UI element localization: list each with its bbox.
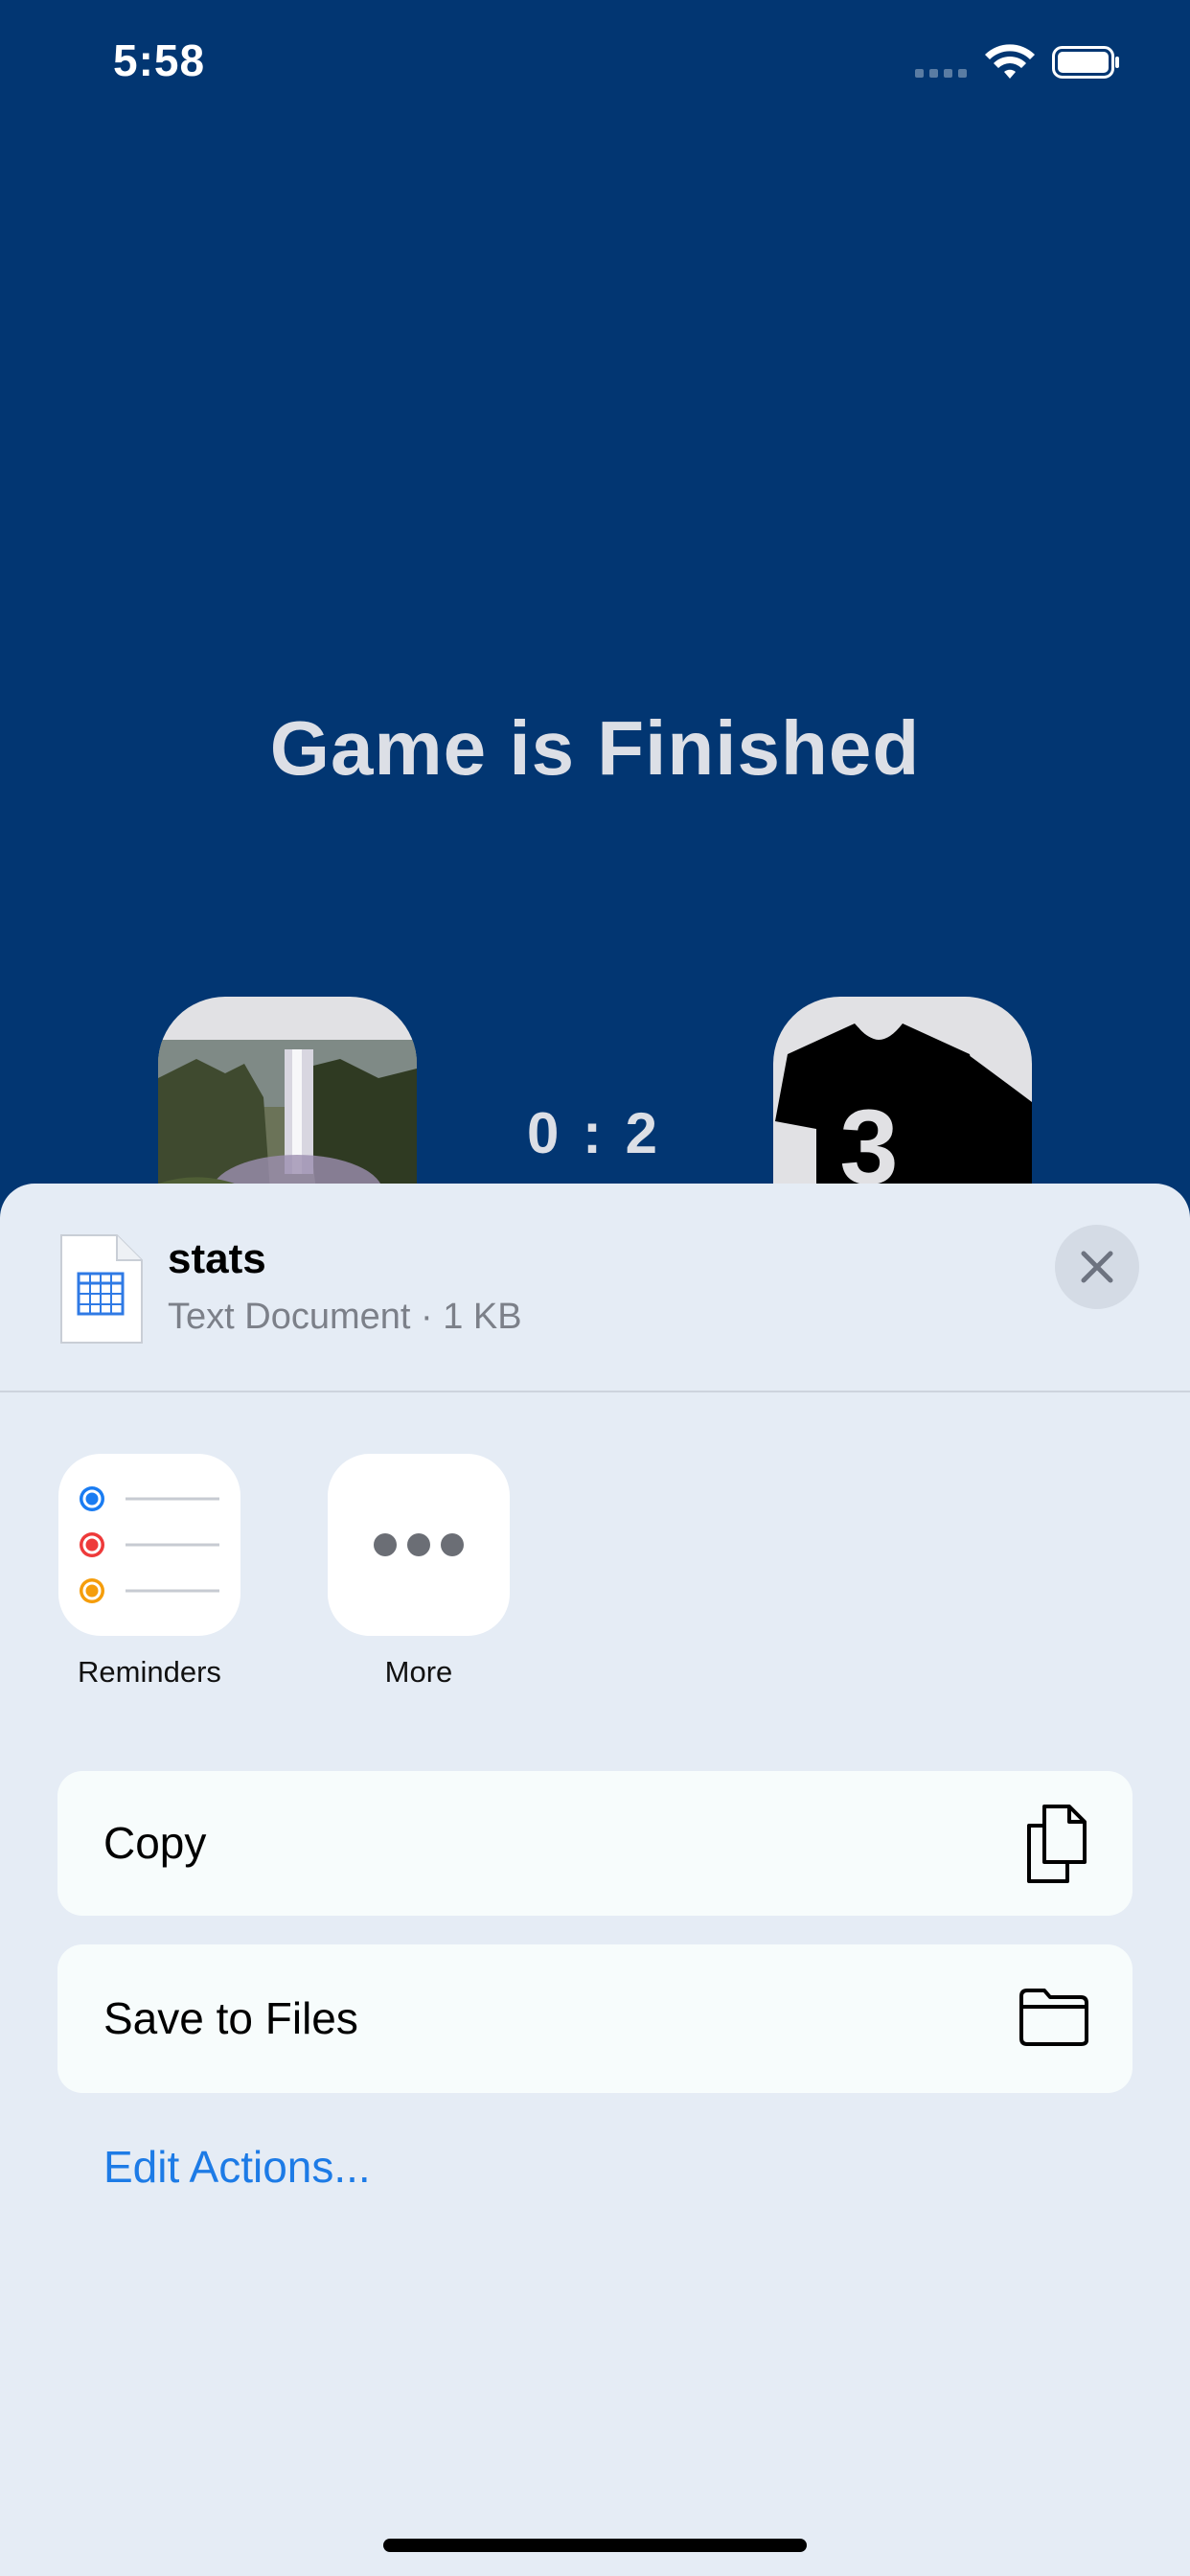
home-indicator[interactable] — [383, 2539, 807, 2552]
close-button[interactable] — [1055, 1225, 1139, 1309]
save-to-files-action[interactable]: Save to Files — [57, 1944, 1133, 2093]
spreadsheet-file-icon — [60, 1234, 143, 1344]
copy-icon — [1027, 1805, 1087, 1883]
copy-action[interactable]: Copy — [57, 1771, 1133, 1916]
file-meta: Text Document · 1 KB — [168, 1297, 522, 1337]
status-time: 5:58 — [113, 35, 206, 85]
score-display: 0 : 2 — [526, 1101, 662, 1165]
file-name: stats — [168, 1235, 266, 1282]
save-to-files-action-label: Save to Files — [103, 1993, 358, 2043]
close-icon — [1081, 1251, 1113, 1283]
share-sheet: stats Text Document · 1 KB Reminders Mor… — [0, 1184, 1190, 2576]
more-icon — [374, 1533, 464, 1556]
cellular-signal-icon — [915, 69, 967, 78]
status-bar: 5:58 — [0, 0, 1190, 129]
reminders-icon — [80, 1486, 219, 1603]
folder-icon — [1019, 1989, 1088, 2046]
battery-icon — [1052, 46, 1119, 79]
more-app-label: More — [384, 1655, 453, 1689]
header-divider — [0, 1391, 1190, 1392]
reminders-app-button[interactable] — [58, 1454, 240, 1636]
more-app-button[interactable] — [328, 1454, 510, 1636]
game-title: Game is Finished — [269, 705, 921, 791]
wifi-icon — [985, 44, 1035, 79]
edit-actions-link[interactable]: Edit Actions... — [103, 2141, 371, 2193]
copy-action-label: Copy — [103, 1818, 207, 1868]
reminders-app-label: Reminders — [78, 1655, 221, 1689]
